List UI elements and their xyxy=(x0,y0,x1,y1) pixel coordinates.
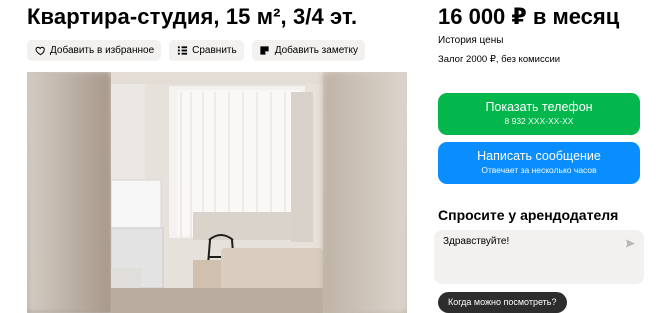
response-time-hint: Отвечает за несколько часов xyxy=(481,165,597,175)
listing-actions: Добавить в избранное Сравнить Добавить з… xyxy=(27,40,365,61)
photo-gallery[interactable] xyxy=(27,72,407,313)
price-history-link[interactable]: История цены xyxy=(438,35,503,46)
compare-label: Сравнить xyxy=(192,45,237,56)
main-photo[interactable] xyxy=(111,72,323,313)
listing-title: Квартира-студия, 15 м², 3/4 эт. xyxy=(27,4,358,29)
message-input[interactable]: Здравствуйте! xyxy=(434,230,644,284)
write-message-button[interactable]: Написать сообщение Отвечает за несколько… xyxy=(438,142,640,184)
message-input-value: Здравствуйте! xyxy=(443,236,510,247)
previous-photo-thumbnail[interactable] xyxy=(27,72,111,313)
compare-icon xyxy=(176,45,188,57)
show-phone-label: Показать телефон xyxy=(485,100,593,114)
next-photo-thumbnail[interactable] xyxy=(323,72,407,313)
compare-button[interactable]: Сравнить xyxy=(169,40,244,61)
masked-phone-number: 8 932 XXX-XX-XX xyxy=(504,116,574,126)
add-note-label: Добавить заметку xyxy=(274,45,358,56)
send-icon[interactable] xyxy=(625,238,636,249)
add-note-button[interactable]: Добавить заметку xyxy=(251,40,365,61)
quick-question-chip[interactable]: Когда можно посмотреть? xyxy=(438,292,567,313)
listing-price: 16 000 ₽ в месяц xyxy=(438,4,620,29)
heart-icon xyxy=(34,45,46,57)
note-icon xyxy=(259,45,271,57)
add-favorite-button[interactable]: Добавить в избранное xyxy=(27,40,162,61)
ask-landlord-heading: Спросите у арендодателя xyxy=(438,207,619,223)
add-favorite-label: Добавить в избранное xyxy=(50,45,155,56)
show-phone-button[interactable]: Показать телефон 8 932 XXX-XX-XX xyxy=(438,93,640,135)
write-message-label: Написать сообщение xyxy=(477,149,601,163)
deposit-info: Залог 2000 ₽, без комиссии xyxy=(438,54,561,65)
